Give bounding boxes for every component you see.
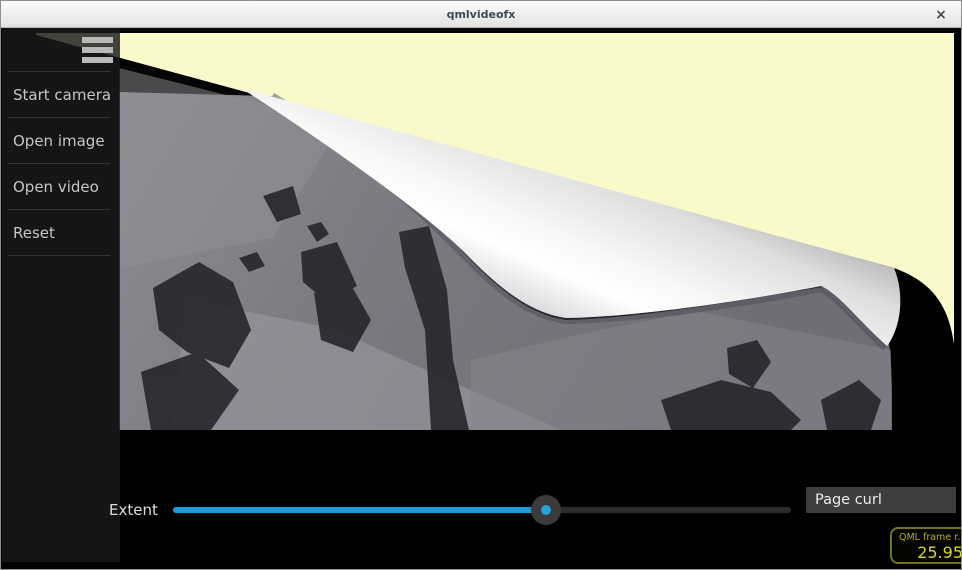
frame-rate-badge: QML frame r... 25.95 bbox=[890, 527, 961, 564]
sidebar-item-start-camera[interactable]: Start camera bbox=[2, 72, 120, 117]
close-icon[interactable]: × bbox=[931, 5, 951, 25]
window-title: qmlvideofx bbox=[447, 8, 516, 21]
extent-slider[interactable] bbox=[173, 495, 791, 525]
slider-handle-dot bbox=[541, 505, 551, 515]
titlebar: qmlvideofx × bbox=[1, 1, 961, 28]
slider-track-empty[interactable] bbox=[546, 507, 791, 513]
app-window: qmlvideofx × bbox=[0, 0, 962, 570]
frame-rate-value: 25.95 bbox=[899, 543, 961, 562]
content-area: Start camera Open image Open video Reset… bbox=[1, 28, 961, 569]
sidebar-item-open-video[interactable]: Open video bbox=[2, 164, 120, 209]
effect-selector-button[interactable]: Page curl bbox=[806, 487, 956, 513]
frame-rate-label: QML frame r... bbox=[899, 532, 961, 543]
sidebar-menu: Start camera Open image Open video Reset bbox=[2, 71, 120, 256]
slider-handle[interactable] bbox=[531, 495, 561, 525]
sidebar: Start camera Open image Open video Reset bbox=[2, 28, 120, 562]
sidebar-item-open-image[interactable]: Open image bbox=[2, 118, 120, 163]
hamburger-menu-icon[interactable] bbox=[82, 36, 114, 64]
extent-slider-label: Extent bbox=[109, 501, 158, 519]
sidebar-item-reset[interactable]: Reset bbox=[2, 210, 120, 255]
slider-track-filled[interactable] bbox=[173, 507, 546, 513]
menu-divider bbox=[8, 255, 110, 256]
